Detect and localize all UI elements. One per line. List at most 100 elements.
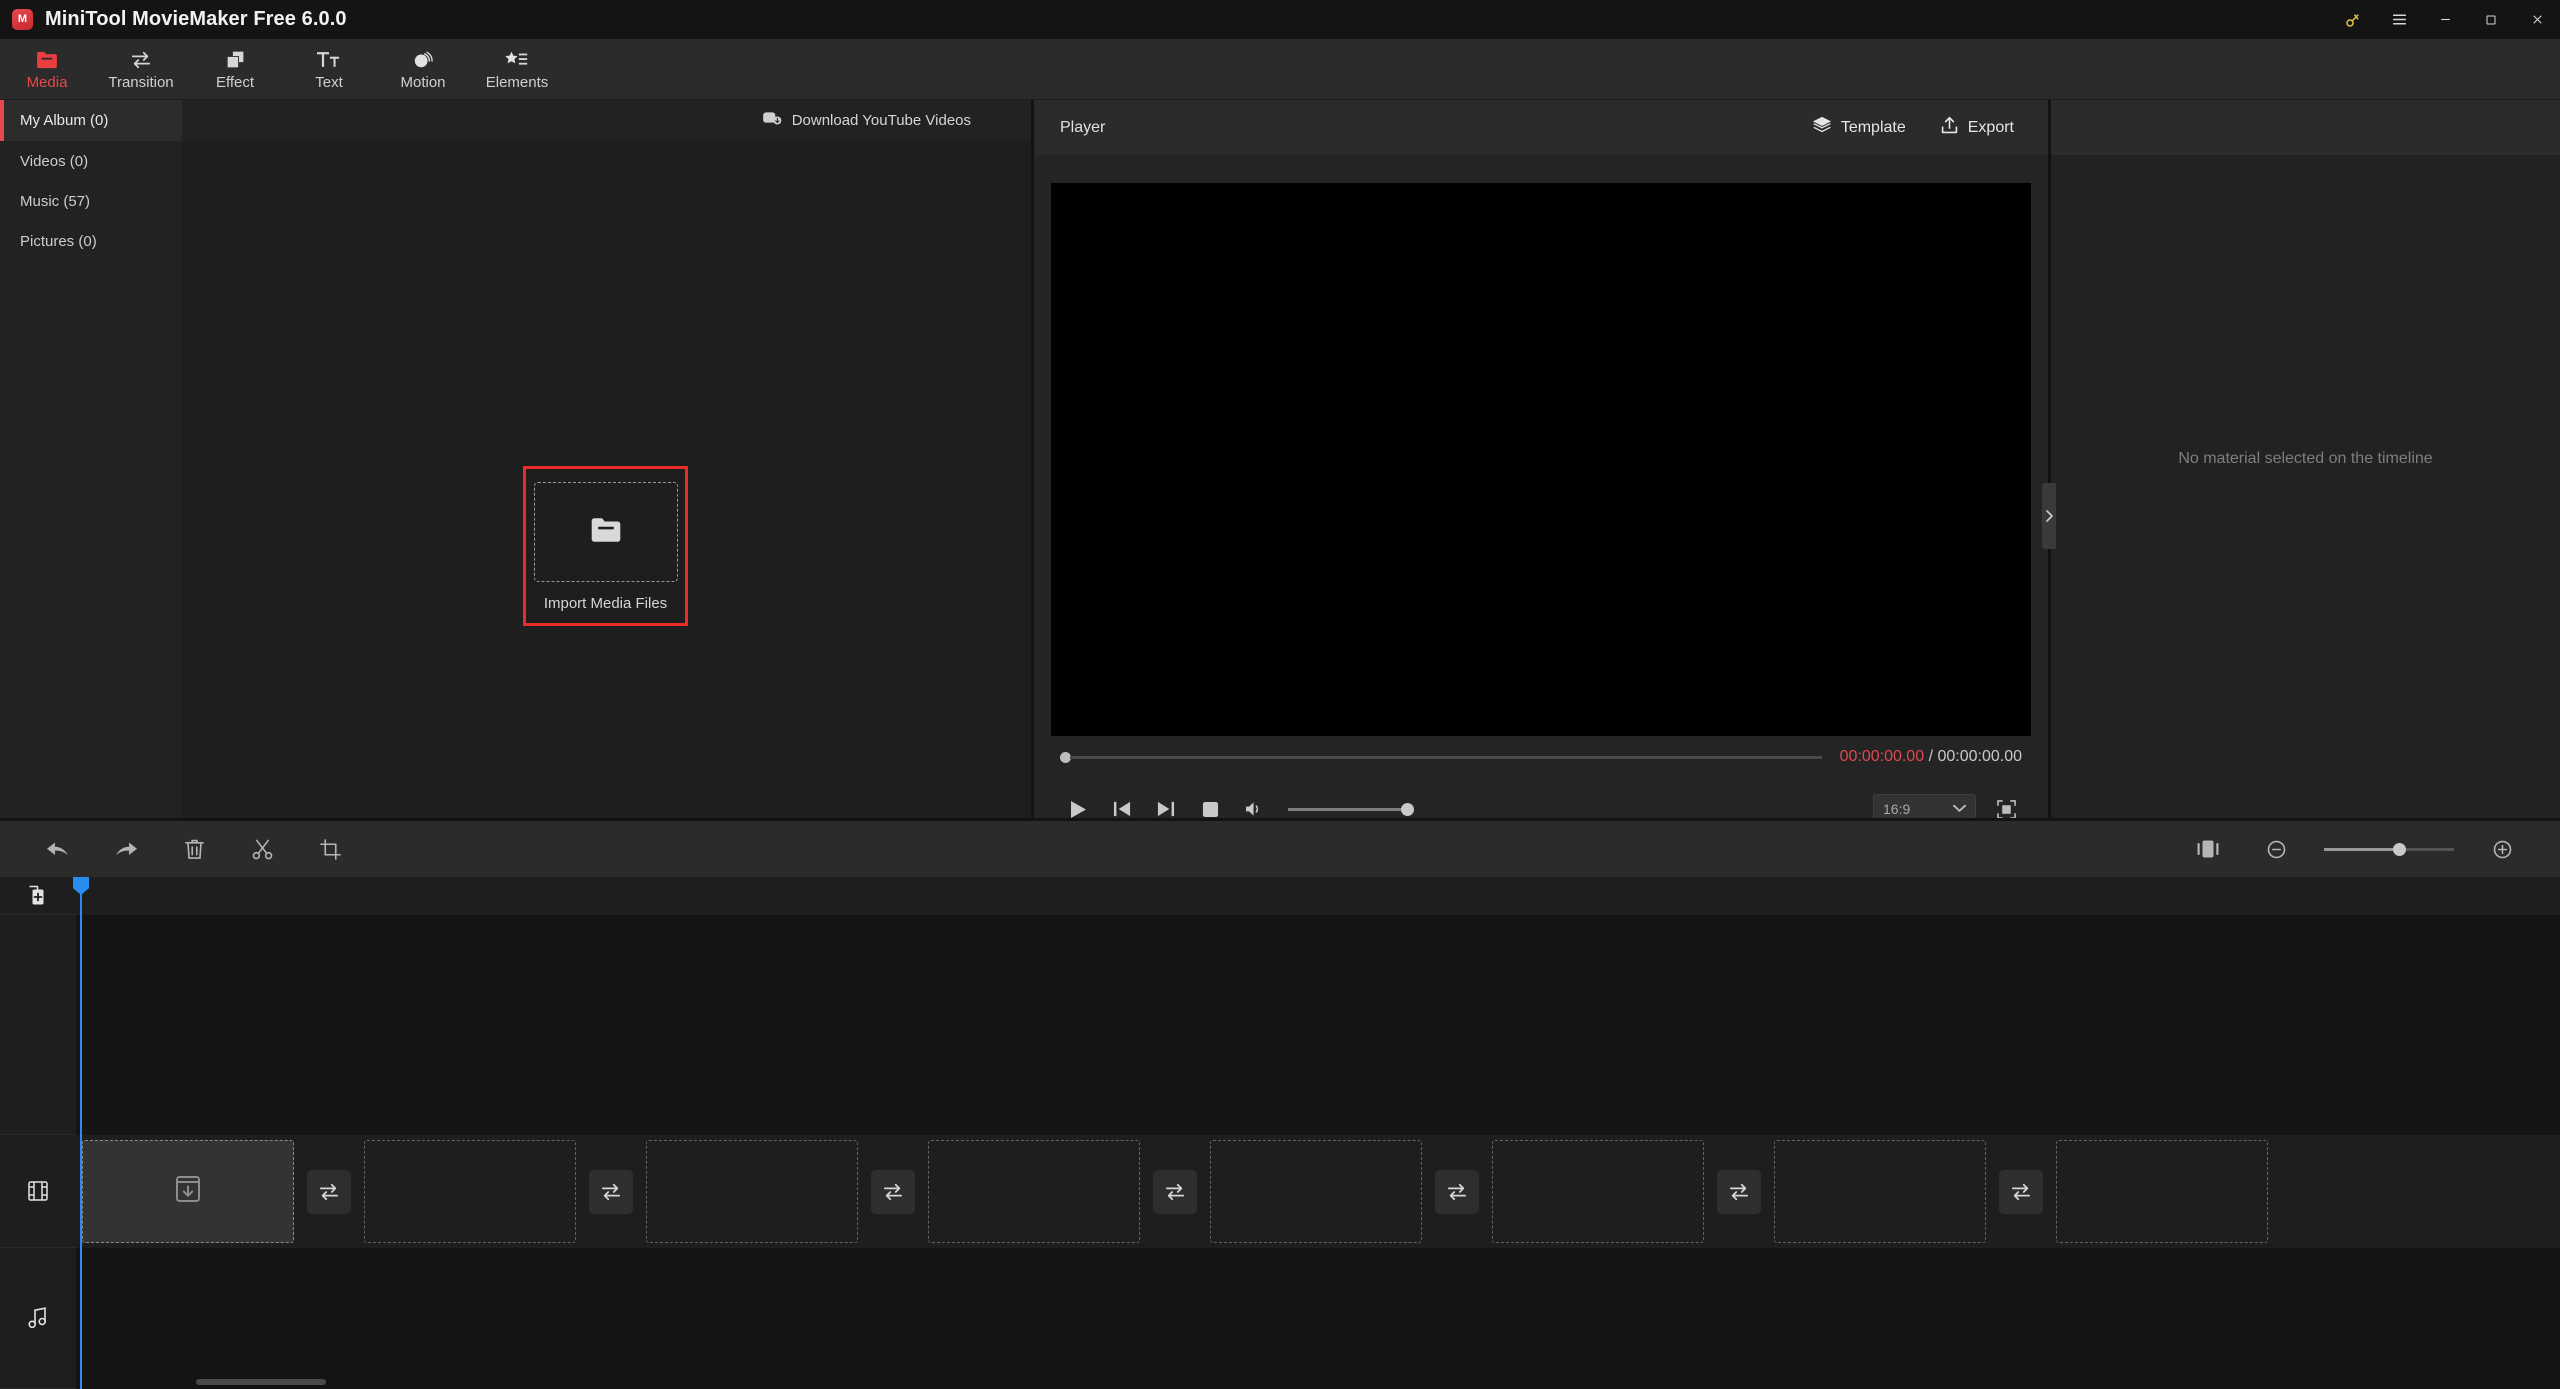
zoom-in-button[interactable]	[2468, 821, 2536, 877]
player-panel: Player Template Export 00:00:00.00 / 00:…	[1034, 100, 2051, 824]
effect-icon	[225, 49, 246, 71]
transition-slot[interactable]	[1999, 1169, 2043, 1214]
import-drop-zone[interactable]	[533, 482, 678, 582]
minimize-button[interactable]	[2422, 0, 2468, 39]
clip-slot[interactable]	[646, 1140, 858, 1243]
clip-slot[interactable]	[2056, 1140, 2268, 1243]
video-lane-header[interactable]	[0, 1135, 76, 1248]
player-progress-bar[interactable]: 00:00:00.00 / 00:00:00.00	[1034, 736, 2048, 778]
timeline-empty-area[interactable]	[76, 915, 2560, 1135]
media-panel: My Album (0) Download YouTube Videos Vid…	[0, 100, 1034, 818]
download-placeholder-icon	[175, 1175, 201, 1208]
template-button[interactable]: Template	[1812, 116, 1906, 140]
template-icon	[1812, 116, 1832, 140]
template-button-label: Template	[1840, 118, 1906, 136]
application-window: M MiniTool MovieMaker Free 6.0.0 Media T…	[0, 0, 2560, 1389]
sidebar-item-music[interactable]: Music (57)	[0, 181, 182, 221]
timeline-tracks[interactable]	[73, 877, 2560, 1389]
tab-motion-label: Motion	[400, 73, 446, 91]
audio-lane-header[interactable]	[0, 1248, 76, 1389]
app-logo-glyph: M	[17, 13, 28, 25]
timeline-zoom-fill	[2324, 847, 2400, 851]
transition-slot[interactable]	[589, 1169, 633, 1214]
zoom-out-button[interactable]	[2242, 821, 2310, 877]
clip-slot[interactable]	[1210, 1140, 1422, 1243]
clip-row	[76, 1140, 2268, 1243]
maximize-button[interactable]	[2468, 0, 2514, 39]
sidebar-item-music-label: Music (57)	[20, 192, 91, 210]
app-logo-icon: M	[12, 9, 33, 30]
current-time: 00:00:00.00	[1839, 748, 1925, 765]
media-panel-body: Videos (0) Music (57) Pictures (0) Impor…	[0, 141, 1031, 818]
tab-motion[interactable]: Motion	[376, 39, 470, 100]
collapse-properties-button[interactable]	[2042, 483, 2056, 549]
transition-slot[interactable]	[1435, 1169, 1479, 1214]
transition-icon	[130, 49, 152, 71]
text-icon	[317, 49, 341, 71]
timeline-toolbar	[0, 821, 2560, 877]
license-key-icon[interactable]	[2330, 0, 2376, 39]
timeline-zoom-handle[interactable]	[2393, 842, 2407, 856]
timeline-horizontal-scrollbar[interactable]	[196, 1379, 326, 1385]
import-media-files-button[interactable]: Import Media Files	[523, 466, 688, 626]
delete-button[interactable]	[160, 821, 228, 877]
video-track[interactable]	[76, 1135, 2560, 1248]
import-media-files-label: Import Media Files	[543, 595, 668, 612]
media-sidebar: Videos (0) Music (57) Pictures (0)	[0, 141, 182, 818]
tab-text-label: Text	[315, 73, 343, 91]
split-button[interactable]	[228, 821, 296, 877]
transition-slot[interactable]	[1153, 1169, 1197, 1214]
download-youtube-videos-button[interactable]: Download YouTube Videos	[762, 111, 971, 130]
sidebar-item-videos-label: Videos (0)	[20, 152, 89, 170]
timeline-zoom-slider[interactable]	[2324, 842, 2454, 856]
transition-slot[interactable]	[871, 1169, 915, 1214]
total-time: 00:00:00.00	[1937, 748, 2022, 765]
tab-transition-label: Transition	[108, 73, 174, 91]
tab-text[interactable]: Text	[282, 39, 376, 100]
close-button[interactable]	[2514, 0, 2560, 39]
export-button-label: Export	[1967, 118, 2014, 136]
clip-slot[interactable]	[1492, 1140, 1704, 1243]
properties-panel: No material selected on the timeline	[2042, 100, 2560, 818]
tab-effect-label: Effect	[215, 73, 255, 91]
media-header-right: Download YouTube Videos	[182, 100, 1031, 141]
tab-media[interactable]: Media	[0, 39, 94, 100]
window-controls	[2330, 0, 2560, 39]
media-panel-header: My Album (0) Download YouTube Videos	[0, 100, 1031, 141]
sidebar-item-videos[interactable]: Videos (0)	[0, 141, 182, 181]
fit-timeline-button[interactable]	[2174, 821, 2242, 877]
undo-button[interactable]	[24, 821, 92, 877]
playhead[interactable]	[73, 877, 89, 1389]
properties-empty-message: No material selected on the timeline	[2178, 450, 2433, 467]
main-toolbar: Media Transition Effect Text Motion Elem…	[0, 39, 2560, 100]
menu-button[interactable]	[2376, 0, 2422, 39]
redo-button[interactable]	[92, 821, 160, 877]
volume-slider-handle[interactable]	[1401, 802, 1414, 816]
sidebar-item-pictures[interactable]: Pictures (0)	[0, 221, 182, 261]
transition-slot[interactable]	[1717, 1169, 1761, 1214]
clip-slot[interactable]	[82, 1140, 294, 1243]
clip-slot[interactable]	[364, 1140, 576, 1243]
elements-icon	[505, 49, 529, 71]
add-media-lane-header[interactable]	[0, 877, 76, 915]
download-youtube-videos-label: Download YouTube Videos	[791, 112, 971, 129]
audio-track[interactable]	[76, 1248, 2560, 1389]
video-preview[interactable]	[1051, 183, 2031, 736]
player-title: Player	[1060, 118, 1106, 136]
clip-slot[interactable]	[928, 1140, 1140, 1243]
transition-slot[interactable]	[307, 1169, 351, 1214]
timeline-ruler[interactable]	[76, 877, 2560, 915]
sidebar-item-my-album[interactable]: My Album (0)	[0, 100, 182, 141]
player-stage	[1034, 155, 2048, 736]
aspect-ratio-value: 16:9	[1883, 801, 1911, 817]
time-separator: /	[1928, 748, 1934, 765]
crop-button[interactable]	[296, 821, 364, 877]
progress-track[interactable]	[1070, 755, 1822, 759]
tab-effect[interactable]: Effect	[188, 39, 282, 100]
volume-slider[interactable]	[1288, 802, 1414, 816]
export-button[interactable]: Export	[1940, 116, 2014, 140]
clip-slot[interactable]	[1774, 1140, 1986, 1243]
tab-elements[interactable]: Elements	[470, 39, 564, 100]
youtube-icon	[762, 111, 782, 130]
tab-transition[interactable]: Transition	[94, 39, 188, 100]
